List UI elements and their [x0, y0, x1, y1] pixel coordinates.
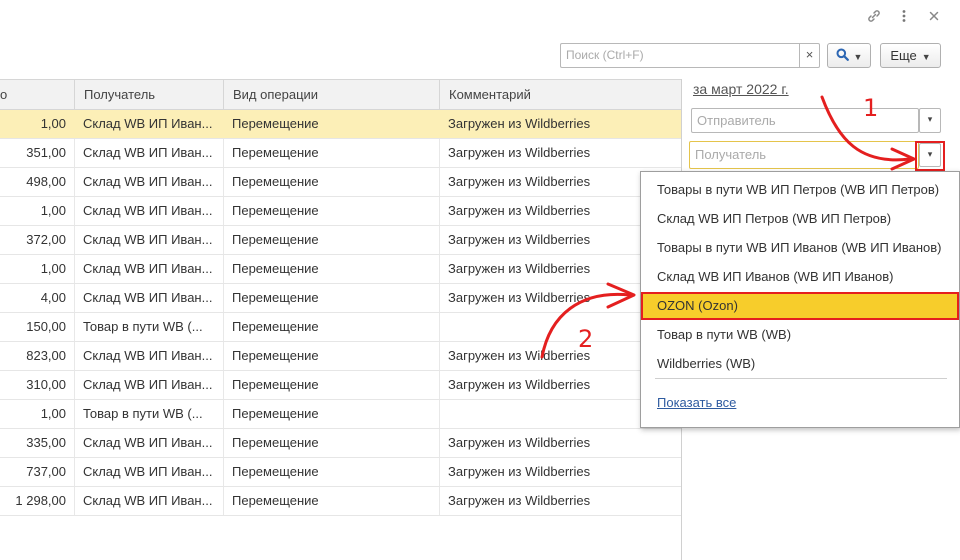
cell-recipient: Склад WB ИП Иван... [83, 348, 213, 363]
cell-comment: Загружен из Wildberries [448, 435, 591, 450]
cell-operation: Перемещение [232, 116, 319, 131]
cell-operation: Перемещение [232, 261, 319, 276]
cell-recipient: Склад WB ИП Иван... [83, 377, 213, 392]
more-button[interactable]: Еще ▼ [880, 43, 941, 68]
cell-operation: Перемещение [232, 203, 319, 218]
cell-value: 1,00 [40, 203, 66, 218]
cell-recipient: Склад WB ИП Иван... [83, 174, 213, 189]
cell-operation: Перемещение [232, 435, 319, 450]
cell-value: 4,00 [40, 290, 66, 305]
table-row[interactable]: 737,00 Склад WB ИП Иван... Перемещение Загр… [0, 458, 681, 487]
more-button-label: Еще [890, 48, 917, 63]
cell-operation: Перемещение [232, 377, 319, 392]
cell-value: 1 298,00 [15, 493, 66, 508]
cell-value: 1,00 [40, 406, 66, 421]
cell-value: 823,00 [26, 348, 66, 363]
cell-operation: Перемещение [232, 493, 319, 508]
cell-operation: Перемещение [232, 406, 319, 421]
cell-value: 498,00 [26, 174, 66, 189]
column-header-recipient[interactable]: Получатель [74, 80, 224, 109]
cell-value: 351,00 [26, 145, 66, 160]
dropdown-separator [655, 378, 947, 379]
cell-recipient: Склад WB ИП Иван... [83, 435, 213, 450]
link-icon[interactable] [864, 8, 884, 28]
cell-value: 372,00 [26, 232, 66, 247]
search-input[interactable]: Поиск (Ctrl+F) [560, 43, 799, 68]
cell-operation: Перемещение [232, 290, 319, 305]
cell-recipient: Склад WB ИП Иван... [83, 232, 213, 247]
cell-value: 335,00 [26, 435, 66, 450]
search-button[interactable]: ▼ [827, 43, 871, 68]
search-clear-button[interactable]: × [799, 43, 820, 68]
cell-operation: Перемещение [232, 232, 319, 247]
cell-recipient: Склад WB ИП Иван... [83, 116, 213, 131]
chevron-down-icon: ▼ [921, 52, 931, 62]
column-header-number[interactable]: о [0, 80, 75, 109]
cell-operation: Перемещение [232, 319, 319, 334]
column-header-operation[interactable]: Вид операции [223, 80, 439, 109]
table-row[interactable]: 335,00 Склад WB ИП Иван... Перемещение Загр… [0, 429, 681, 458]
table-row[interactable]: 310,00 Склад WB ИП Иван... Перемещение Загр… [0, 371, 681, 400]
cell-comment: Загружен из Wildberries [448, 493, 591, 508]
cell-recipient: Товар в пути WB (... [83, 319, 203, 334]
table-row[interactable]: 1,00 Товар в пути WB (... Перемещение [0, 400, 681, 429]
cell-value: 1,00 [40, 116, 66, 131]
cell-operation: Перемещение [232, 145, 319, 160]
cell-comment: Загружен из Wildberries [448, 464, 591, 479]
cell-recipient: Склад WB ИП Иван... [83, 464, 213, 479]
cell-value: 1,00 [40, 261, 66, 276]
cell-value: 310,00 [26, 377, 66, 392]
cell-recipient: Склад WB ИП Иван... [83, 145, 213, 160]
cell-recipient: Склад WB ИП Иван... [83, 203, 213, 218]
table-row[interactable]: 1 298,00 Склад WB ИП Иван... Перемещение За… [0, 487, 681, 516]
search-icon [836, 45, 849, 68]
cell-operation: Перемещение [232, 348, 319, 363]
show-all-link[interactable]: Показать все [657, 395, 736, 410]
cell-value: 150,00 [26, 319, 66, 334]
cell-recipient: Склад WB ИП Иван... [83, 290, 213, 305]
cell-recipient: Склад WB ИП Иван... [83, 493, 213, 508]
close-icon[interactable] [924, 8, 944, 28]
annotation-arrows [540, 95, 916, 359]
cell-recipient: Товар в пути WB (... [83, 406, 203, 421]
more-vertical-icon[interactable] [894, 8, 914, 28]
cell-operation: Перемещение [232, 464, 319, 479]
cell-operation: Перемещение [232, 174, 319, 189]
chevron-down-icon: ▼ [853, 52, 863, 62]
cell-recipient: Склад WB ИП Иван... [83, 261, 213, 276]
cell-value: 737,00 [26, 464, 66, 479]
